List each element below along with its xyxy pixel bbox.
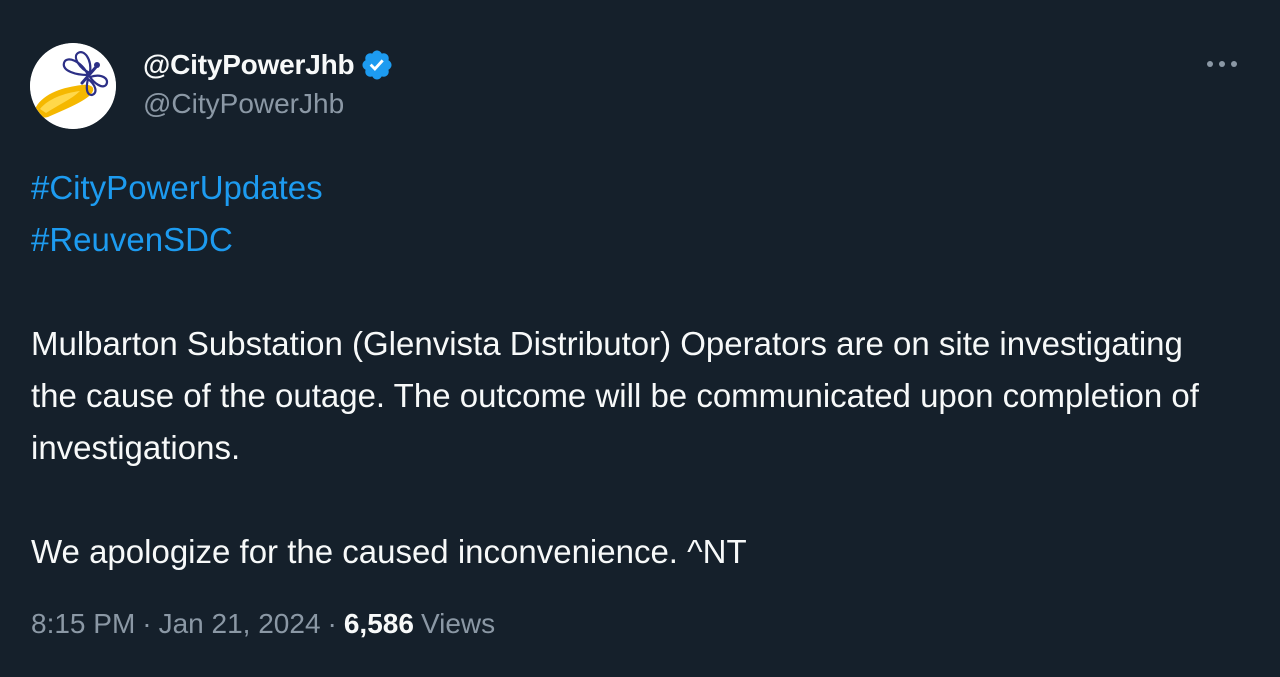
meta-separator: · (327, 608, 337, 639)
tweet-date[interactable]: Jan 21, 2024 (159, 608, 321, 640)
views-label: Views (420, 608, 496, 639)
author-row: @CityPowerJhb (143, 45, 394, 85)
author-handle[interactable]: @CityPowerJhb (143, 88, 344, 120)
display-name[interactable]: @CityPowerJhb (143, 49, 355, 81)
hashtag-link[interactable]: #ReuvenSDC (31, 214, 233, 266)
tweet-text: #CityPowerUpdates #ReuvenSDC Mulbarton S… (31, 162, 1231, 578)
views-count[interactable]: 6,586 (344, 608, 414, 640)
tweet-time[interactable]: 8:15 PM (31, 608, 135, 640)
tweet-card: @CityPowerJhb @CityPowerJhb #CityPowerUp… (0, 0, 1280, 677)
meta-separator: · (142, 608, 152, 639)
verified-badge-icon[interactable] (360, 48, 394, 82)
avatar[interactable] (30, 43, 116, 129)
tweet-paragraph: We apologize for the caused inconvenienc… (31, 533, 747, 570)
tweet-meta: 8:15 PM · Jan 21, 2024 · 6,586 Views (31, 608, 495, 640)
dragonfly-logo-icon (30, 43, 116, 129)
tweet-paragraph: Mulbarton Substation (Glenvista Distribu… (31, 325, 1199, 466)
hashtag-link[interactable]: #CityPowerUpdates (31, 162, 323, 214)
more-options-icon[interactable] (1202, 48, 1242, 80)
